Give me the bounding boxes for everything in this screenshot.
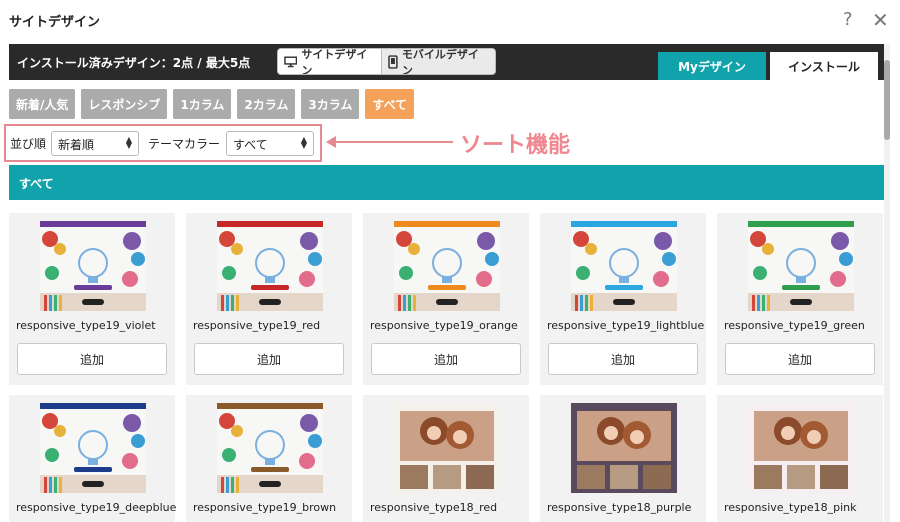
design-card: responsive_type19_green 追加 (717, 213, 883, 385)
design-card: responsive_type18_red (363, 395, 529, 522)
help-icon[interactable]: ? (843, 9, 853, 30)
callout-arrow-line (333, 141, 453, 143)
select-caret-icon: ▲ ▼ (125, 135, 132, 150)
add-design-button[interactable]: 追加 (725, 343, 875, 375)
filter-button[interactable]: 3カラム (301, 89, 360, 119)
design-card: responsive_type19_red 追加 (186, 213, 352, 385)
design-name: responsive_type19_orange (370, 319, 518, 332)
mobile-design-button[interactable]: モバイルデザイン (382, 49, 495, 74)
sort-order-select[interactable]: 新着順 ▲ ▼ (51, 131, 139, 156)
sort-controls: 並び順 新着順 ▲ ▼ テーマカラー すべて ▲ ▼ (4, 124, 322, 162)
add-design-button[interactable]: 追加 (194, 343, 344, 375)
design-thumbnail[interactable] (394, 221, 500, 311)
design-thumbnail[interactable] (40, 403, 146, 493)
callout-text: ソート機能 (460, 133, 571, 158)
tab-install[interactable]: インストール (770, 52, 878, 80)
design-toolbar: インストール済みデザイン：2点 / 最大5点 サイトデザイン モバイルデザイン … (9, 44, 888, 80)
filter-button[interactable]: 2カラム (237, 89, 296, 119)
site-design-button[interactable]: サイトデザイン (278, 49, 382, 74)
design-card: responsive_type18_pink (717, 395, 883, 522)
filter-button[interactable]: 1カラム (173, 89, 232, 119)
design-card: responsive_type19_orange 追加 (363, 213, 529, 385)
filter-button[interactable]: すべて (365, 89, 415, 119)
design-thumbnail[interactable] (571, 221, 677, 311)
design-name: responsive_type18_pink (724, 501, 857, 514)
design-card: responsive_type19_brown (186, 395, 352, 522)
design-thumbnail[interactable] (40, 221, 146, 311)
category-filters: 新着/人気 レスポンシブ 1カラム 2カラム 3カラム すべて (9, 89, 415, 119)
select-caret-icon: ▲ ▼ (300, 135, 307, 150)
design-name: responsive_type19_red (193, 319, 321, 332)
sort-order-value: 新着順 (58, 138, 95, 152)
scrollbar-thumb[interactable] (884, 60, 890, 140)
design-name: responsive_type19_deepblue (16, 501, 177, 514)
mobile-phone-icon (388, 54, 398, 69)
theme-color-label: テーマカラー (148, 137, 221, 151)
add-design-button[interactable]: 追加 (371, 343, 521, 375)
section-title: すべて (9, 165, 884, 200)
mobile-design-label: モバイルデザイン (401, 48, 479, 75)
design-name: responsive_type19_brown (193, 501, 337, 514)
theme-color-value: すべて (233, 138, 268, 152)
design-name: responsive_type18_purple (547, 501, 692, 514)
install-count-text: インストール済みデザイン：2点 / 最大5点 (17, 56, 251, 70)
site-design-label: サイトデザイン (301, 48, 368, 75)
dialog-title: サイトデザイン (9, 15, 101, 30)
design-card: responsive_type19_lightblue 追加 (540, 213, 706, 385)
design-name: responsive_type19_green (724, 319, 865, 332)
design-thumbnail[interactable] (748, 221, 854, 311)
theme-color-select[interactable]: すべて ▲ ▼ (226, 131, 314, 156)
sort-order-label: 並び順 (10, 137, 47, 151)
design-name: responsive_type19_lightblue (547, 319, 705, 332)
close-icon[interactable]: ✕ (872, 8, 889, 32)
tab-my-design[interactable]: Myデザイン (658, 52, 766, 80)
monitor-icon (284, 56, 298, 67)
design-card: responsive_type19_violet 追加 (9, 213, 175, 385)
filter-button[interactable]: 新着/人気 (9, 89, 76, 119)
add-design-button[interactable]: 追加 (548, 343, 698, 375)
dialog-titlebar: サイトデザイン ? ✕ (0, 0, 900, 42)
design-card: responsive_type18_purple (540, 395, 706, 522)
filter-button[interactable]: レスポンシブ (81, 89, 168, 119)
add-design-button[interactable]: 追加 (17, 343, 167, 375)
design-name: responsive_type18_red (370, 501, 498, 514)
design-thumbnail[interactable] (394, 403, 500, 493)
design-card: responsive_type19_deepblue (9, 395, 177, 522)
design-thumbnail[interactable] (571, 403, 677, 493)
design-thumbnail[interactable] (748, 403, 854, 493)
device-toggle: サイトデザイン モバイルデザイン (277, 48, 496, 75)
design-thumbnail[interactable] (217, 403, 323, 493)
design-thumbnail[interactable] (217, 221, 323, 311)
design-name: responsive_type19_violet (16, 319, 156, 332)
